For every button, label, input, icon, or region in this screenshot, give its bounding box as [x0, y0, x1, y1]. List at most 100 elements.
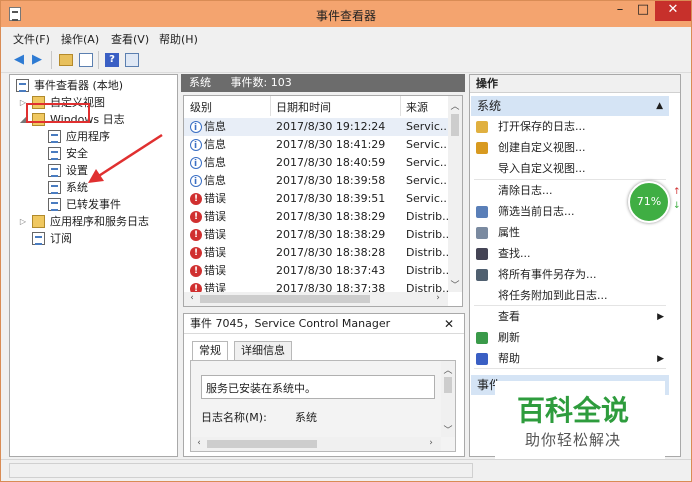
action-label: 将所有事件另存为...: [498, 268, 597, 281]
close-button[interactable]: ✕: [655, 1, 691, 21]
error-icon: [190, 226, 202, 244]
maximize-button[interactable]: □: [631, 1, 655, 21]
menu-bar: 文件(F) 操作(A) 查看(V) 帮助(H): [1, 27, 691, 47]
action-item[interactable]: 帮助 ▶: [474, 349, 666, 369]
action-separator: [474, 368, 666, 369]
tab-general[interactable]: 常规: [192, 341, 228, 361]
scroll-thumb[interactable]: [451, 114, 459, 136]
folder-up-icon[interactable]: [59, 54, 73, 66]
action-item[interactable]: 创建自定义视图...: [474, 138, 666, 158]
action-item[interactable]: 打开保存的日志...: [474, 117, 666, 137]
actions-section-system[interactable]: 系统 ▲: [471, 96, 669, 116]
cell-level: 错误: [204, 228, 226, 241]
table-row[interactable]: 信息 2017/8/30 18:40:59 Servic...: [184, 154, 451, 173]
scroll-up-icon[interactable]: ︿: [449, 99, 461, 112]
expand-arrow-icon[interactable]: ▷: [18, 214, 28, 230]
annotation-arrow-icon: [88, 133, 163, 183]
column-header-level[interactable]: 级别: [190, 99, 212, 115]
table-row[interactable]: 错误 2017/8/30 18:38:29 Distrib...: [184, 226, 453, 244]
menu-file[interactable]: 文件(F): [13, 31, 50, 47]
close-detail-icon[interactable]: ✕: [444, 314, 454, 334]
back-arrow-icon[interactable]: ◀: [11, 52, 27, 68]
submenu-arrow-icon: ▶: [657, 312, 664, 322]
log-icon: [48, 164, 61, 177]
action-label: 创建自定义视图...: [498, 141, 586, 154]
cell-date: 2017/8/30 18:39:58: [276, 174, 386, 187]
scroll-down-icon[interactable]: ﹀: [449, 278, 461, 291]
action-item[interactable]: 将所有事件另存为...: [474, 265, 666, 285]
cell-level: 错误: [204, 264, 226, 277]
vertical-scrollbar[interactable]: ︿ ﹀: [441, 361, 455, 437]
action-item[interactable]: 查找...: [474, 244, 666, 264]
action-item[interactable]: 查看 ▶: [474, 307, 666, 327]
watermark-subtitle: 助你轻松解决: [525, 431, 622, 449]
tree-root-label: 事件查看器 (本地): [34, 79, 124, 92]
scroll-right-icon[interactable]: ›: [432, 293, 444, 303]
horizontal-scrollbar[interactable]: ‹ ›: [191, 437, 441, 451]
scroll-left-icon[interactable]: ‹: [186, 293, 198, 303]
action-item[interactable]: 属性: [474, 223, 666, 243]
cell-level: 信息: [204, 138, 226, 151]
menu-action[interactable]: 操作(A): [61, 31, 99, 47]
table-row[interactable]: 信息 2017/8/30 18:39:58 Servic...: [184, 172, 451, 191]
save-icon: [476, 269, 488, 281]
action-item[interactable]: 将任务附加到此日志...: [474, 286, 666, 306]
performance-gauge[interactable]: 71%: [628, 181, 670, 223]
minimize-button[interactable]: –: [609, 1, 631, 21]
cell-date: 2017/8/30 18:38:28: [276, 246, 386, 259]
show-action-pane-icon[interactable]: [125, 53, 139, 67]
show-tree-icon[interactable]: [79, 53, 93, 67]
action-label: 属性: [498, 226, 520, 239]
upload-arrow-icon: ↑: [673, 187, 681, 197]
cell-level: 信息: [204, 156, 226, 169]
table-row[interactable]: 信息 2017/8/30 19:12:24 Servic...: [184, 118, 451, 137]
collapse-up-icon[interactable]: ▲: [656, 96, 663, 116]
action-item[interactable]: 刷新: [474, 328, 666, 348]
cell-source: Servic...: [406, 120, 451, 133]
status-field: [9, 463, 473, 478]
scroll-right-icon[interactable]: ›: [425, 438, 437, 448]
watermark-title: 百科全说: [517, 394, 630, 427]
table-row[interactable]: 错误 2017/8/30 18:39:51 Servic...: [184, 190, 450, 208]
tree-item-label: 已转发事件: [66, 198, 121, 211]
forward-arrow-icon[interactable]: ▶: [29, 52, 45, 68]
cell-source: Distrib...: [406, 210, 453, 223]
action-label: 打开保存的日志...: [498, 120, 586, 133]
cell-level: 错误: [204, 192, 226, 205]
scroll-up-icon[interactable]: ︿: [442, 363, 454, 376]
tree-item-label: 应用程序和服务日志: [50, 215, 149, 228]
info-icon: [190, 137, 202, 155]
cell-date: 2017/8/30 18:38:29: [276, 210, 386, 223]
action-separator: [474, 179, 666, 180]
actions-section-label: 系统: [477, 99, 502, 113]
column-header-source[interactable]: 来源: [406, 99, 428, 115]
cell-level: 错误: [204, 210, 226, 223]
vertical-scrollbar[interactable]: ︿ ﹀: [448, 96, 462, 292]
help-icon[interactable]: ?: [105, 53, 119, 67]
cell-source: Servic...: [406, 156, 451, 169]
event-detail-header: 事件 7045，Service Control Manager ✕: [184, 314, 464, 334]
scroll-left-icon[interactable]: ‹: [193, 438, 205, 448]
folder-icon: [32, 215, 45, 228]
horizontal-scrollbar[interactable]: ‹ ›: [184, 292, 448, 306]
scroll-down-icon[interactable]: ﹀: [442, 423, 454, 436]
table-row[interactable]: 错误 2017/8/30 18:38:29 Distrib...: [184, 208, 453, 226]
log-icon: [48, 130, 61, 143]
table-row[interactable]: 信息 2017/8/30 18:41:29 Servic...: [184, 136, 450, 155]
table-row[interactable]: 错误 2017/8/30 18:37:43 Distrib...: [184, 262, 453, 280]
action-label: 筛选当前日志...: [498, 205, 575, 218]
table-row[interactable]: 错误 2017/8/30 18:38:28 Distrib...: [184, 244, 453, 262]
cell-level: 错误: [204, 246, 226, 259]
menu-view[interactable]: 查看(V): [111, 31, 149, 47]
scroll-thumb[interactable]: [207, 440, 317, 448]
scroll-thumb[interactable]: [200, 295, 370, 303]
menu-help[interactable]: 帮助(H): [159, 31, 198, 47]
column-header-datetime[interactable]: 日期和时间: [276, 99, 331, 115]
event-viewer-icon: [16, 79, 29, 92]
error-icon: [190, 190, 202, 208]
cell-date: 2017/8/30 18:37:43: [276, 264, 386, 277]
cell-source: Servic...: [406, 174, 451, 187]
action-item[interactable]: 导入自定义视图...: [474, 159, 666, 179]
scroll-thumb[interactable]: [444, 377, 452, 393]
tab-details[interactable]: 详细信息: [234, 341, 292, 361]
